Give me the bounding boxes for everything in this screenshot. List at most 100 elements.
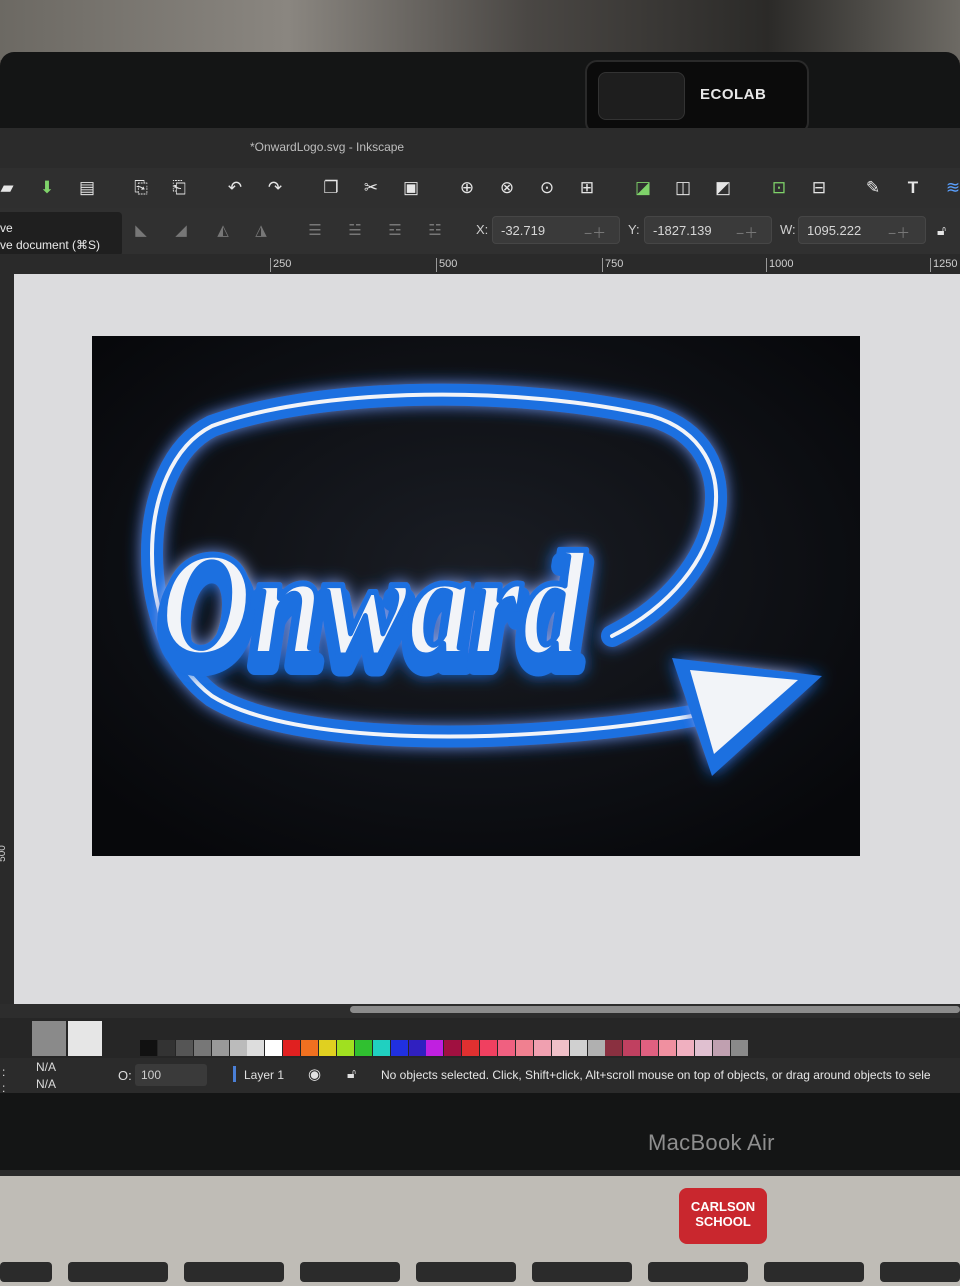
horizontal-scrollbar[interactable] bbox=[350, 1006, 960, 1013]
layer-selector[interactable]: Layer 1 bbox=[244, 1068, 284, 1082]
lock-icon[interactable]: 🔓︎ bbox=[937, 222, 946, 239]
palette-swatch[interactable] bbox=[301, 1040, 319, 1056]
redo-icon[interactable]: ↷ bbox=[262, 176, 288, 200]
palette-swatch[interactable] bbox=[480, 1040, 498, 1056]
keyboard-key bbox=[880, 1262, 960, 1282]
document-page[interactable]: Onward Onward bbox=[92, 336, 860, 856]
screen: *OnwardLogo.svg - Inkscape ▰ ⬇ ▤ ⎘ ⎗ ↶ ↷… bbox=[0, 128, 960, 1093]
cut-icon[interactable]: ✂ bbox=[358, 176, 384, 200]
group-icon[interactable]: ⊡ bbox=[766, 176, 792, 200]
canvas[interactable]: Onward Onward bbox=[14, 274, 960, 1004]
zoom-page-icon[interactable]: ⊙ bbox=[534, 176, 560, 200]
ungroup-icon[interactable]: ⊟ bbox=[806, 176, 832, 200]
opacity-field[interactable]: 100 bbox=[135, 1064, 207, 1086]
opacity-label: O: bbox=[118, 1068, 132, 1083]
ruler-tick: 250 bbox=[270, 258, 291, 272]
print-icon[interactable]: ▤ bbox=[74, 176, 100, 200]
open-icon[interactable]: ▰ bbox=[0, 176, 20, 200]
palette-swatch[interactable] bbox=[659, 1040, 677, 1056]
raise-top-icon[interactable]: ☰ bbox=[304, 220, 326, 242]
ruler-tick: 500 bbox=[436, 258, 457, 272]
palette-swatch[interactable] bbox=[372, 1040, 390, 1056]
palette-swatch[interactable] bbox=[677, 1040, 694, 1056]
duplicate-icon[interactable]: ◪ bbox=[630, 176, 656, 200]
fill-stroke-icon[interactable]: ✎ bbox=[860, 176, 886, 200]
title-bar: *OnwardLogo.svg - Inkscape bbox=[0, 128, 960, 168]
palette-swatch[interactable] bbox=[569, 1040, 587, 1056]
flip-vertical-icon[interactable]: ◮ bbox=[250, 220, 272, 242]
zoom-selection-icon[interactable]: ⊕ bbox=[454, 176, 480, 200]
palette-swatch[interactable] bbox=[444, 1040, 462, 1056]
ruler-tick: 750 bbox=[602, 258, 623, 272]
palette-swatch[interactable] bbox=[587, 1040, 605, 1056]
vertical-ruler bbox=[0, 274, 15, 1004]
palette-swatch[interactable] bbox=[426, 1040, 444, 1056]
status-message: No objects selected. Click, Shift+click,… bbox=[381, 1068, 931, 1082]
palette-swatch[interactable] bbox=[157, 1040, 175, 1056]
palette-swatch[interactable] bbox=[515, 1040, 533, 1056]
zoom-drawing-icon[interactable]: ⊗ bbox=[494, 176, 520, 200]
layer-lock-icon[interactable]: 🔓︎ bbox=[347, 1065, 356, 1082]
lower-bottom-icon[interactable]: ☳ bbox=[424, 220, 446, 242]
vertical-ruler-label: 500 bbox=[0, 845, 8, 862]
palette-swatch[interactable] bbox=[211, 1040, 229, 1056]
palette-swatch[interactable] bbox=[605, 1040, 623, 1056]
raise-icon[interactable]: ☱ bbox=[344, 220, 366, 242]
palette-swatch[interactable] bbox=[319, 1040, 336, 1056]
onward-logo-artwork[interactable]: Onward Onward bbox=[92, 336, 860, 856]
palette-swatch[interactable] bbox=[533, 1040, 551, 1056]
palette-swatch[interactable] bbox=[265, 1040, 283, 1056]
flip-horizontal-icon[interactable]: ◭ bbox=[212, 220, 234, 242]
palette-swatch[interactable] bbox=[229, 1040, 247, 1056]
window-title: *OnwardLogo.svg - Inkscape bbox=[250, 140, 405, 154]
lower-icon[interactable]: ☲ bbox=[384, 220, 406, 242]
tooltip-description: ve document (⌘S) bbox=[0, 238, 101, 252]
palette-swatch[interactable] bbox=[694, 1040, 712, 1056]
logo-wordmark: Onward Onward bbox=[152, 519, 596, 708]
palette-swatch[interactable] bbox=[247, 1040, 265, 1056]
zoom-fit-icon[interactable]: ⊞ bbox=[574, 176, 600, 200]
recent-swatch[interactable] bbox=[68, 1021, 102, 1056]
palette-swatch[interactable] bbox=[283, 1040, 301, 1056]
fill-label: : bbox=[2, 1065, 6, 1079]
webcam-cover-brand: ECOLAB bbox=[700, 86, 767, 103]
palette-swatch[interactable] bbox=[175, 1040, 193, 1056]
clone-icon[interactable]: ◫ bbox=[670, 176, 696, 200]
import-icon[interactable]: ⎘ bbox=[128, 176, 154, 200]
palette-swatch[interactable] bbox=[140, 1040, 157, 1056]
palette-swatch[interactable] bbox=[408, 1040, 426, 1056]
palette-swatch[interactable] bbox=[551, 1040, 569, 1056]
layers-icon[interactable]: ≋ bbox=[940, 176, 960, 200]
palette-swatch[interactable] bbox=[462, 1040, 480, 1056]
recent-swatch[interactable] bbox=[32, 1021, 66, 1056]
rotate-ccw-icon[interactable]: ◣ bbox=[130, 220, 152, 242]
palette-swatch[interactable] bbox=[390, 1040, 408, 1056]
palette-swatch[interactable] bbox=[354, 1040, 372, 1056]
x-stepper[interactable]: −＋ bbox=[584, 223, 606, 243]
text-icon[interactable]: T bbox=[900, 176, 926, 200]
tooltip-title: ve bbox=[0, 221, 13, 235]
palette-swatch[interactable] bbox=[730, 1040, 748, 1056]
unlink-clone-icon[interactable]: ◩ bbox=[710, 176, 736, 200]
save-tooltip: ve ve document (⌘S) bbox=[0, 212, 122, 256]
palette-swatch[interactable] bbox=[193, 1040, 211, 1056]
y-stepper[interactable]: −＋ bbox=[736, 223, 758, 243]
palette-swatch[interactable] bbox=[623, 1040, 641, 1056]
palette-swatch[interactable] bbox=[712, 1040, 730, 1056]
stroke-indicator[interactable]: N/A bbox=[36, 1077, 56, 1091]
paste-icon[interactable]: ▣ bbox=[398, 176, 424, 200]
rotate-cw-icon[interactable]: ◢ bbox=[170, 220, 192, 242]
visibility-eye-icon[interactable]: ◉ bbox=[308, 1065, 321, 1083]
sticker-line-1: CARLSON bbox=[690, 1199, 756, 1214]
export-icon[interactable]: ⎗ bbox=[166, 176, 192, 200]
palette-swatch[interactable] bbox=[498, 1040, 515, 1056]
palette-swatch[interactable] bbox=[641, 1040, 659, 1056]
copy-icon[interactable]: ❐ bbox=[318, 176, 344, 200]
save-icon[interactable]: ⬇ bbox=[34, 176, 60, 200]
palette-swatch[interactable] bbox=[336, 1040, 354, 1056]
w-stepper[interactable]: −＋ bbox=[888, 223, 910, 243]
undo-icon[interactable]: ↶ bbox=[222, 176, 248, 200]
fill-indicator[interactable]: N/A bbox=[36, 1060, 56, 1074]
stroke-label: : bbox=[2, 1081, 6, 1093]
keyboard-key bbox=[184, 1262, 284, 1282]
